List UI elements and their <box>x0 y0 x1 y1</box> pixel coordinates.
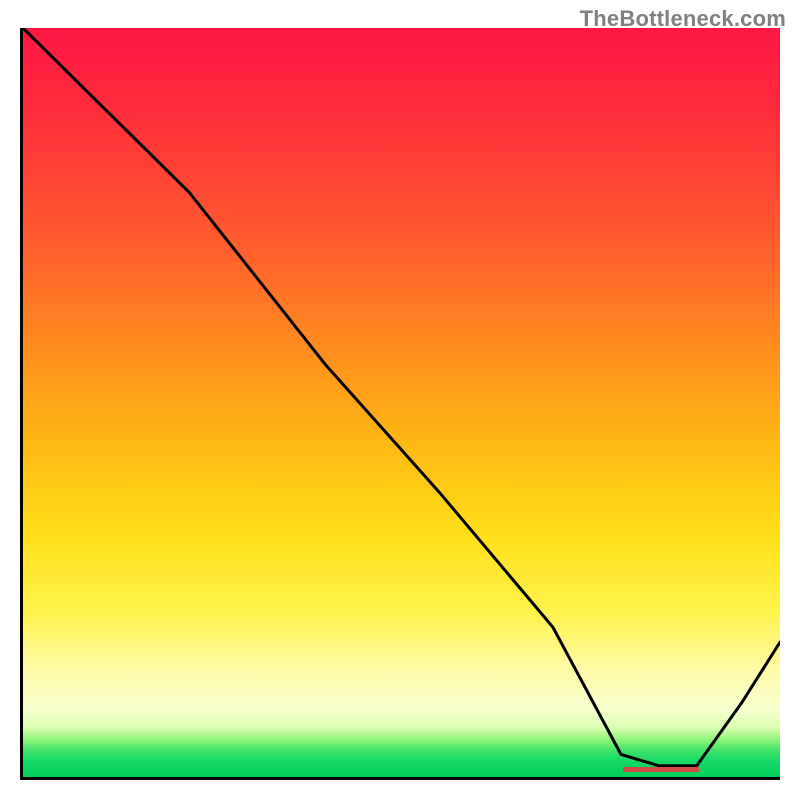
plot-area <box>20 28 780 780</box>
curve-svg <box>23 28 780 777</box>
watermark-text: TheBottleneck.com <box>580 6 786 32</box>
optimal-range-marker <box>623 767 699 772</box>
bottleneck-curve-path <box>23 28 780 766</box>
chart-container: TheBottleneck.com <box>0 0 800 800</box>
